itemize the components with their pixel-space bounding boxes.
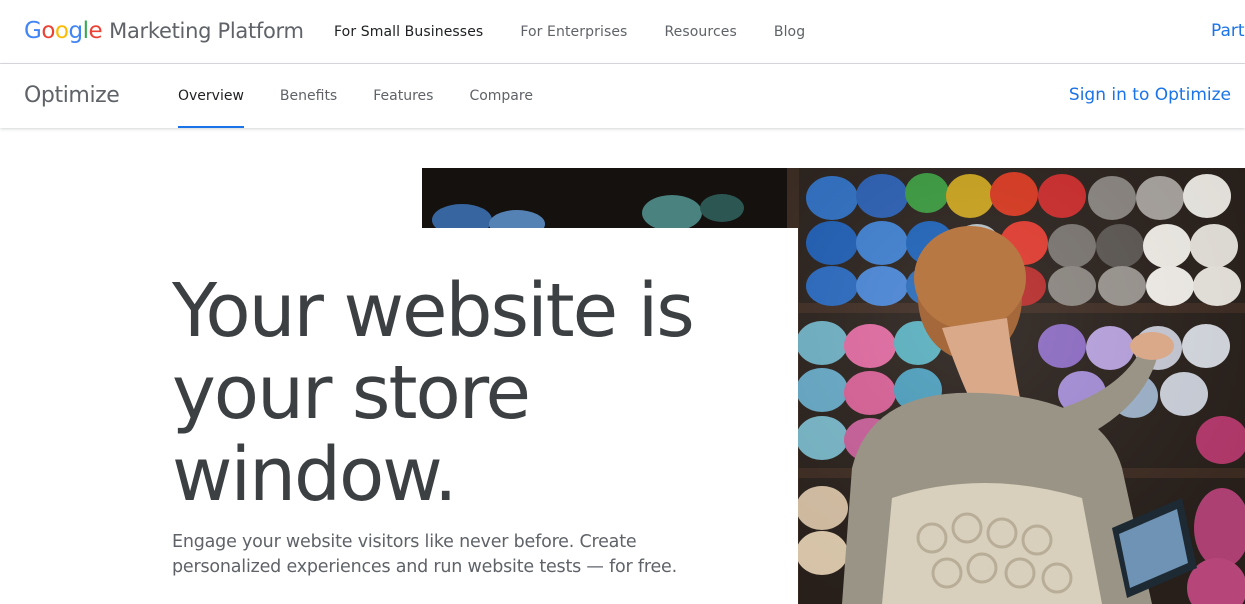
logo-letter-6: e <box>88 18 103 44</box>
top-nav: For Small Businesses For Enterprises Res… <box>334 0 842 64</box>
topnav-small-businesses[interactable]: For Small Businesses <box>334 24 483 40</box>
headline-line-3: window. <box>172 432 457 518</box>
top-navigation-bar: Google Marketing Platform For Small Busi… <box>0 0 1245 64</box>
topnav-enterprises[interactable]: For Enterprises <box>520 24 627 40</box>
platform-name: Marketing Platform <box>109 19 304 43</box>
tab-benefits[interactable]: Benefits <box>280 64 337 128</box>
headline-line-2: your store <box>172 350 531 436</box>
topnav-blog[interactable]: Blog <box>774 24 805 40</box>
hero-headline: Your website is your store window. <box>172 270 772 516</box>
google-marketing-platform-logo[interactable]: Google Marketing Platform <box>24 18 304 48</box>
google-wordmark: Google <box>24 18 103 44</box>
logo-letter-3: o <box>54 18 69 44</box>
hero-description: Engage your website visitors like never … <box>172 532 677 577</box>
logo-letter-4: g <box>68 18 83 44</box>
logo-letter-2: o <box>41 18 55 44</box>
tab-compare[interactable]: Compare <box>469 64 533 128</box>
tab-overview[interactable]: Overview <box>178 64 244 128</box>
product-name: Optimize <box>24 83 120 108</box>
logo-letter-1: G <box>24 18 42 44</box>
headline-line-1: Your website is <box>172 268 695 354</box>
partners-link[interactable]: Part <box>1211 21 1245 41</box>
product-tabs: Overview Benefits Features Compare <box>178 64 569 128</box>
tab-features[interactable]: Features <box>373 64 433 128</box>
sign-in-button[interactable]: Sign in to Optimize <box>1069 85 1231 105</box>
topnav-resources[interactable]: Resources <box>664 24 736 40</box>
product-navigation-bar: Optimize Overview Benefits Features Comp… <box>0 64 1245 128</box>
